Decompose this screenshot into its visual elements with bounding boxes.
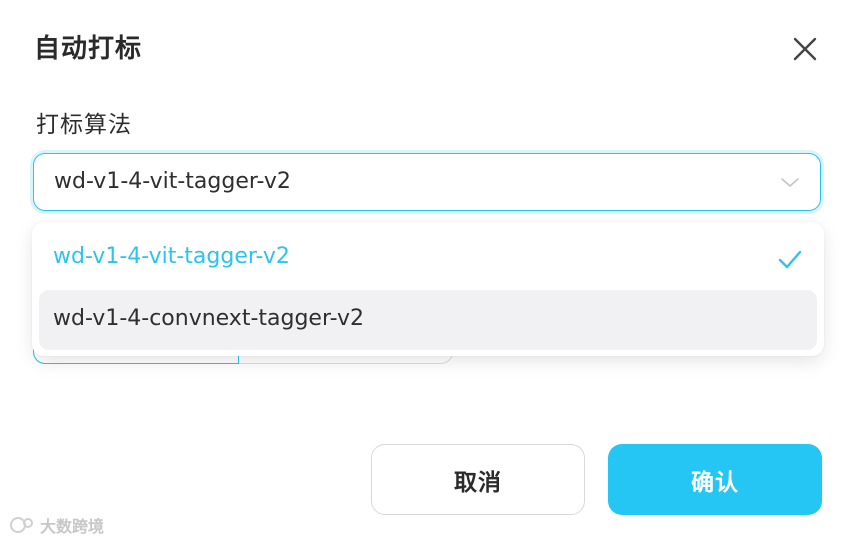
cancel-button[interactable]: 取消 (371, 444, 585, 515)
option-label: wd-v1-4-convnext-tagger-v2 (53, 306, 364, 331)
watermark: 大数跨境 (8, 514, 104, 536)
option-convnext-tagger[interactable]: wd-v1-4-convnext-tagger-v2 (39, 290, 817, 350)
check-icon (778, 250, 802, 269)
option-vit-tagger[interactable]: wd-v1-4-vit-tagger-v2 (39, 228, 817, 288)
watermark-text: 大数跨境 (40, 517, 105, 536)
watermark-logo-icon (10, 517, 33, 533)
algorithm-select[interactable]: wd-v1-4-vit-tagger-v2 (33, 153, 821, 211)
option-label: wd-v1-4-vit-tagger-v2 (53, 244, 290, 269)
dialog-title: 自动打标 (34, 34, 143, 64)
algorithm-select-value: wd-v1-4-vit-tagger-v2 (54, 169, 291, 194)
algorithm-dropdown-menu: wd-v1-4-vit-tagger-v2 wd-v1-4-convnext-t… (32, 222, 824, 356)
confirm-button[interactable]: 确认 (608, 444, 822, 515)
auto-tagging-dialog: 自动打标 打标算法 wd-v1-4-vit-tagger-v2 wd-v1-4-… (0, 0, 854, 542)
close-icon[interactable] (786, 30, 824, 68)
algorithm-label: 打标算法 (36, 112, 132, 138)
close-button[interactable] (786, 30, 824, 68)
chevron-down-icon (781, 178, 799, 187)
